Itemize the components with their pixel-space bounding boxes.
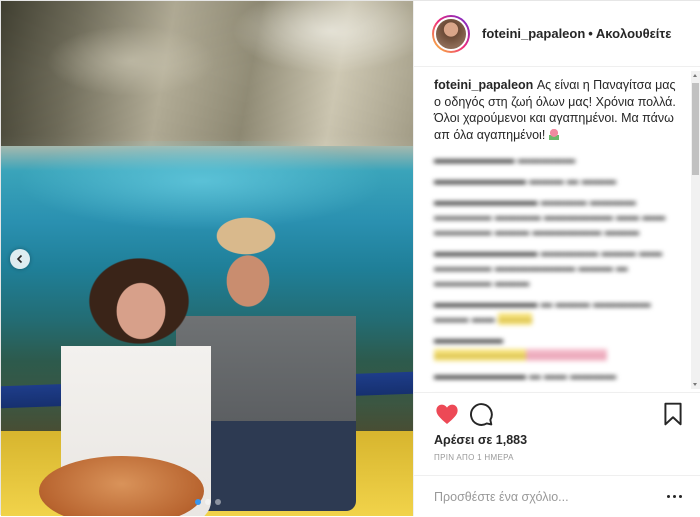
- heart-icon: [436, 404, 458, 424]
- list-item: ▬▬▬▬▬▬▬▬ ▬▬▬ ▬ ▬▬▬: [434, 175, 617, 187]
- scroll-thumb[interactable]: [692, 83, 699, 175]
- post-photo: [1, 1, 413, 516]
- scroll-down-icon[interactable]: [693, 383, 697, 386]
- carousel-dots: [195, 499, 221, 505]
- post-caption: foteini_papaleon Ας είναι η Παναγίτσα μα…: [434, 77, 676, 143]
- comments-scrollbar[interactable]: [691, 71, 700, 389]
- action-icons: [434, 401, 686, 427]
- likes-count[interactable]: Αρέσει σε 1,883: [434, 433, 527, 447]
- scroll-up-icon[interactable]: [693, 74, 697, 77]
- post-header: foteini_papaleon • Ακολουθείτε: [414, 1, 700, 67]
- carousel-dot: [215, 499, 221, 505]
- username-link[interactable]: foteini_papaleon: [482, 26, 585, 41]
- separator: •: [588, 26, 593, 41]
- list-item: ▬▬▬▬▬▬▬▬ ▬ ▬▬ ▬▬▬▬: [434, 370, 617, 382]
- more-options-icon[interactable]: [664, 486, 684, 506]
- cave-cliff: [1, 1, 413, 146]
- bookmark-icon: [664, 402, 682, 426]
- list-item: ▬▬▬▬▬▬▬ ▬▬▬▬▬: [434, 154, 576, 166]
- caption-username[interactable]: foteini_papaleon: [434, 78, 533, 92]
- post-dialog: foteini_papaleon • Ακολουθείτε foteini_pap…: [0, 0, 700, 516]
- chevron-left-icon: [16, 254, 23, 264]
- comments-list: foteini_papaleon Ας είναι η Παναγίτσα μα…: [414, 67, 692, 392]
- carousel-dot: [205, 499, 211, 505]
- list-item: ▬▬▬▬▬▬▬▬▬ ▬ ▬▬▬ ▬▬▬▬▬ ▬▬▬ ▬▬ ▬▬▬: [434, 298, 651, 325]
- blurred-comments: ▬▬▬▬▬▬▬ ▬▬▬▬▬ ▬▬▬▬▬▬▬▬ ▬▬▬ ▬ ▬▬▬ ▬▬▬▬▬▬▬…: [434, 153, 676, 392]
- add-comment-bar: [414, 475, 700, 517]
- carousel-prev-button[interactable]: [10, 249, 30, 269]
- list-item: ▬▬▬▬▬▬▬▬▬ ▬▬▬▬▬ ▬▬▬ ▬▬ ▬▬▬▬▬ ▬▬▬▬▬▬▬ ▬▬▬…: [434, 247, 663, 289]
- header-text: foteini_papaleon • Ακολουθείτε: [482, 26, 671, 41]
- like-button[interactable]: [434, 401, 460, 427]
- carousel-dot: [195, 499, 201, 505]
- post-timestamp[interactable]: ΠΡΙΝ ΑΠΟ 1 ΗΜΕΡΑ: [434, 453, 514, 462]
- avatar[interactable]: [432, 14, 470, 53]
- list-item: ▬▬▬▬▬▬▬▬▬ ▬▬▬▬ ▬▬▬▬ ▬▬▬▬▬ ▬▬▬▬ ▬▬▬▬▬▬ ▬▬…: [434, 196, 666, 238]
- comment-bubble-icon: [470, 403, 493, 426]
- post-actions: Αρέσει σε 1,883 ΠΡΙΝ ΑΠΟ 1 ΗΜΕΡΑ: [414, 392, 700, 516]
- comment-input[interactable]: [434, 488, 644, 506]
- save-button[interactable]: [660, 401, 686, 427]
- comment-button[interactable]: [468, 401, 494, 427]
- follow-status-button[interactable]: Ακολουθείτε: [596, 26, 672, 41]
- tulip-icon: [548, 128, 559, 140]
- post-side-panel: foteini_papaleon • Ακολουθείτε foteini_pap…: [413, 1, 700, 516]
- list-item: ▬▬▬▬▬▬ ▬▬▬▬▬▬▬▬▬▬▬▬▬▬▬: [434, 334, 607, 361]
